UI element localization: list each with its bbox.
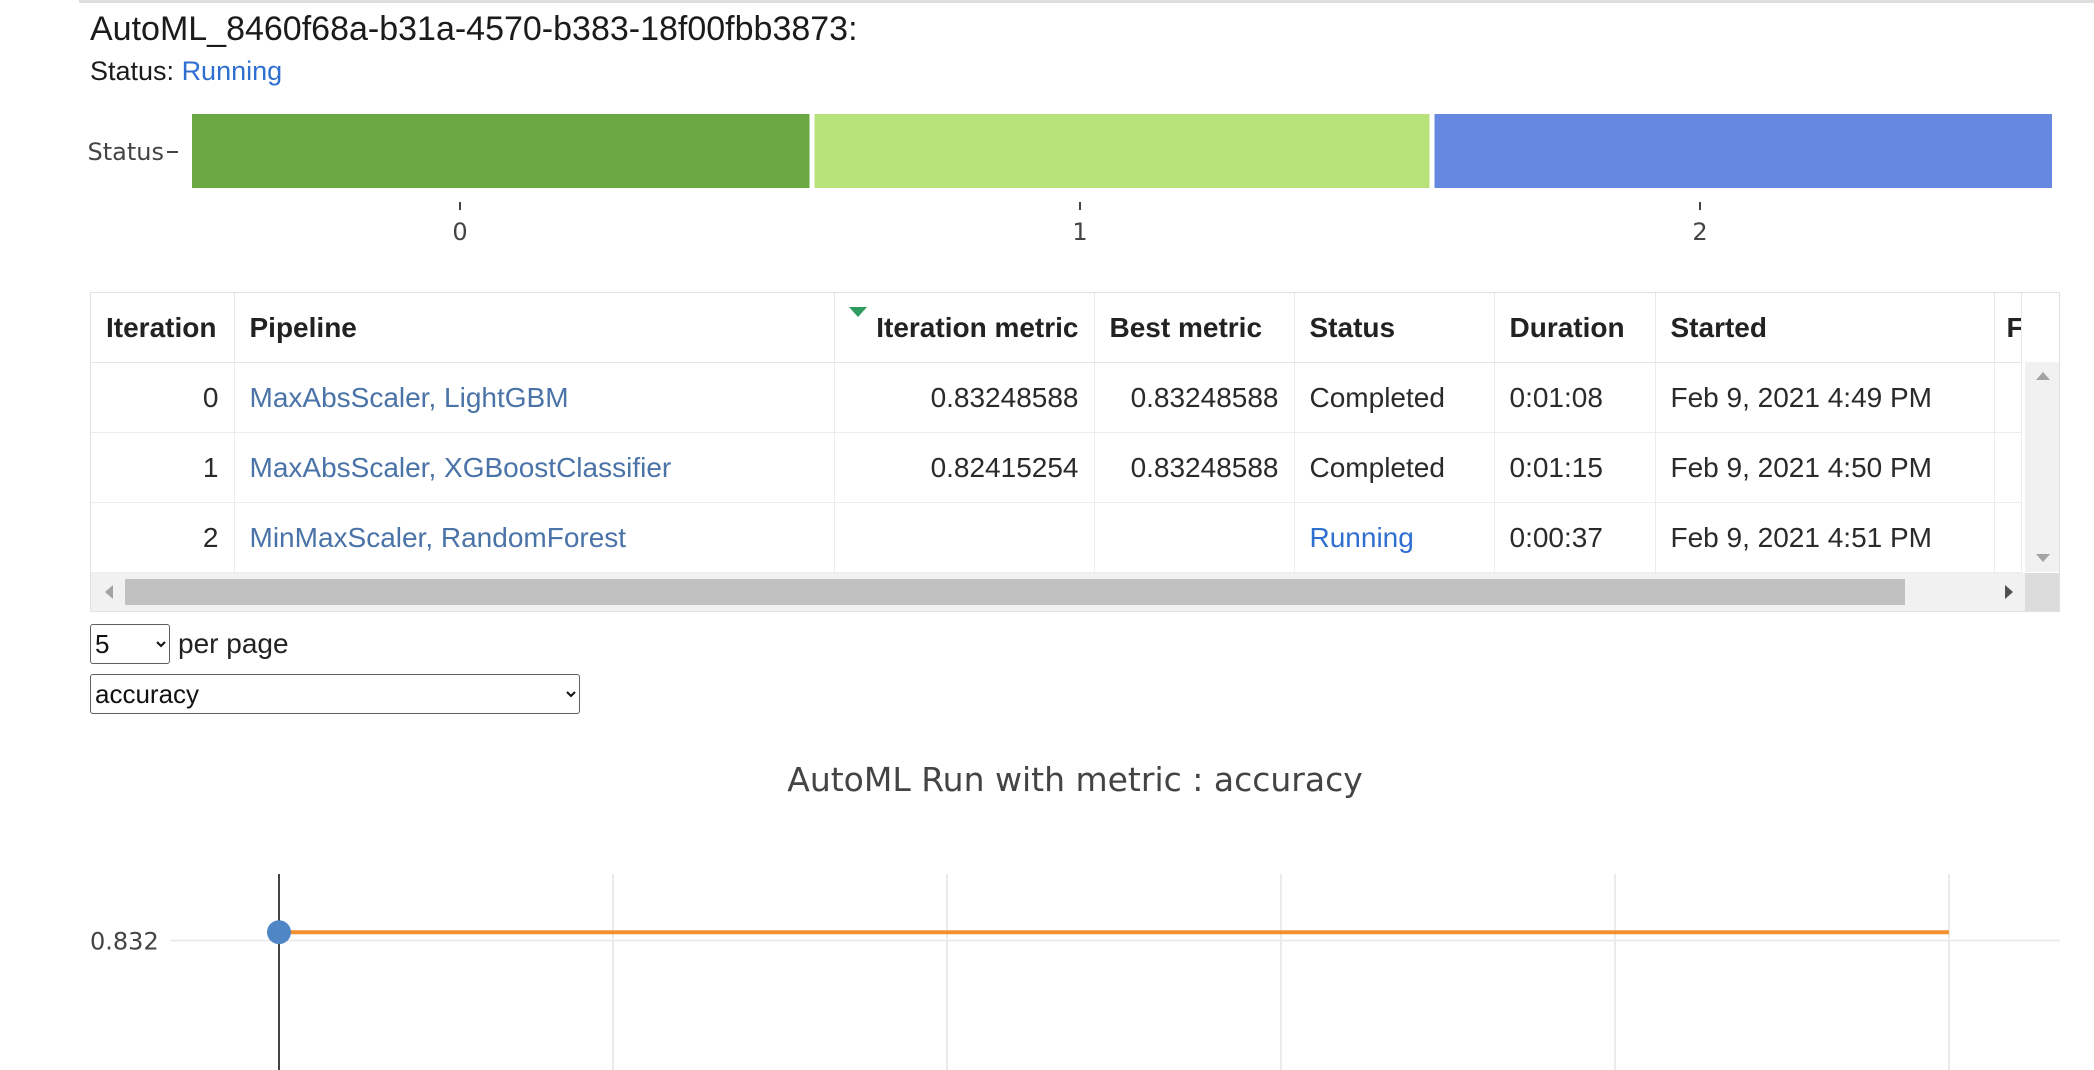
horizontal-scrollbar[interactable]: [91, 573, 2025, 611]
timeline-segment[interactable]: [814, 114, 1430, 188]
cell-status: Running: [1294, 502, 1495, 573]
cell-pipeline-link[interactable]: MaxAbsScaler, LightGBM: [234, 362, 835, 433]
timeline-segment[interactable]: [1434, 114, 2053, 188]
per-page-select[interactable]: 51020: [90, 624, 170, 664]
table-header-row: Iteration Pipeline Iteration metric Best…: [91, 293, 2022, 363]
run-title: AutoML_8460f68a-b31a-4570-b383-18f00fbb3…: [90, 10, 858, 48]
chart-title: AutoML Run with metric : accuracy: [787, 760, 1363, 799]
cell-iteration: 0: [91, 362, 235, 433]
status-timeline-chart: Status 0 1 2: [88, 114, 2052, 246]
column-header-iteration[interactable]: Iteration: [91, 293, 235, 363]
column-header-started[interactable]: Started: [1655, 293, 1995, 363]
column-header-best-metric[interactable]: Best metric: [1094, 293, 1295, 363]
cell-iteration: 2: [91, 502, 235, 573]
scroll-left-icon[interactable]: [105, 585, 113, 599]
cell-started: Feb 9, 2021 4:51 PM: [1655, 502, 1995, 573]
cell-started: Feb 9, 2021 4:49 PM: [1655, 362, 1995, 433]
scroll-right-icon[interactable]: [2005, 585, 2013, 599]
chart-gridlines: [170, 874, 2060, 1070]
cell-truncated: [1994, 432, 2022, 503]
metric-select[interactable]: accuracy: [90, 674, 580, 714]
horizontal-scroll-thumb[interactable]: [125, 579, 1905, 605]
metric-line-chart: 0.832: [90, 874, 2060, 1070]
cell-started: Feb 9, 2021 4:50 PM: [1655, 432, 1995, 503]
cell-status: Completed: [1294, 432, 1495, 503]
column-header-truncated[interactable]: F: [1994, 293, 2022, 363]
cell-best-metric: [1094, 502, 1295, 573]
timeline-ticks: 0 1 2: [452, 202, 1708, 246]
chart-y-tick-label: 0.832: [90, 928, 159, 956]
cell-pipeline-link[interactable]: MaxAbsScaler, XGBoostClassifier: [234, 432, 835, 503]
scroll-down-icon[interactable]: [2036, 554, 2050, 562]
timeline-segments: [192, 114, 2052, 188]
cell-truncated: [1994, 502, 2022, 573]
vertical-scrollbar[interactable]: [2025, 362, 2059, 572]
column-header-status[interactable]: Status: [1294, 293, 1495, 363]
cell-best-metric: 0.83248588: [1094, 362, 1295, 433]
table-row[interactable]: 2 MinMaxScaler, RandomForest Running 0:0…: [91, 502, 2022, 573]
scrollbar-corner: [2025, 573, 2059, 611]
timeline-segment[interactable]: [192, 114, 810, 188]
column-header-duration[interactable]: Duration: [1494, 293, 1656, 363]
timeline-y-label: Status: [88, 138, 164, 166]
cell-duration: 0:00:37: [1494, 502, 1656, 573]
iterations-table: Iteration Pipeline Iteration metric Best…: [90, 292, 2060, 612]
top-divider: [79, 0, 2094, 3]
scroll-up-icon[interactable]: [2036, 372, 2050, 380]
run-status: Status: Running: [90, 56, 282, 87]
column-header-pipeline[interactable]: Pipeline: [234, 293, 835, 363]
timeline-x-tick-label: 2: [1692, 218, 1707, 246]
cell-iteration-metric: 0.83248588: [834, 362, 1095, 433]
status-value: Running: [181, 56, 283, 86]
cell-iteration-metric: [834, 502, 1095, 573]
per-page-label: per page: [178, 628, 289, 659]
column-header-label: Iteration metric: [876, 311, 1079, 343]
column-header-iteration-metric[interactable]: Iteration metric: [834, 293, 1095, 363]
timeline-x-tick-label: 1: [1072, 218, 1087, 246]
cell-iteration-metric: 0.82415254: [834, 432, 1095, 503]
metric-data-point[interactable]: [267, 920, 291, 945]
timeline-x-tick-label: 0: [452, 218, 467, 246]
sort-descending-icon: [848, 307, 867, 317]
cell-status: Completed: [1294, 362, 1495, 433]
table-row[interactable]: 1 MaxAbsScaler, XGBoostClassifier 0.8241…: [91, 432, 2022, 503]
cell-duration: 0:01:15: [1494, 432, 1656, 503]
automl-run-widget: AutoML_8460f68a-b31a-4570-b383-18f00fbb3…: [0, 0, 2094, 1070]
cell-best-metric: 0.83248588: [1094, 432, 1295, 503]
iterations-grid: Iteration Pipeline Iteration metric Best…: [91, 293, 2022, 573]
cell-duration: 0:01:08: [1494, 362, 1656, 433]
cell-pipeline-link[interactable]: MinMaxScaler, RandomForest: [234, 502, 835, 573]
cell-truncated: [1994, 362, 2022, 433]
cell-iteration: 1: [91, 432, 235, 503]
table-row[interactable]: 0 MaxAbsScaler, LightGBM 0.83248588 0.83…: [91, 362, 2022, 433]
status-label: Status:: [90, 56, 175, 86]
